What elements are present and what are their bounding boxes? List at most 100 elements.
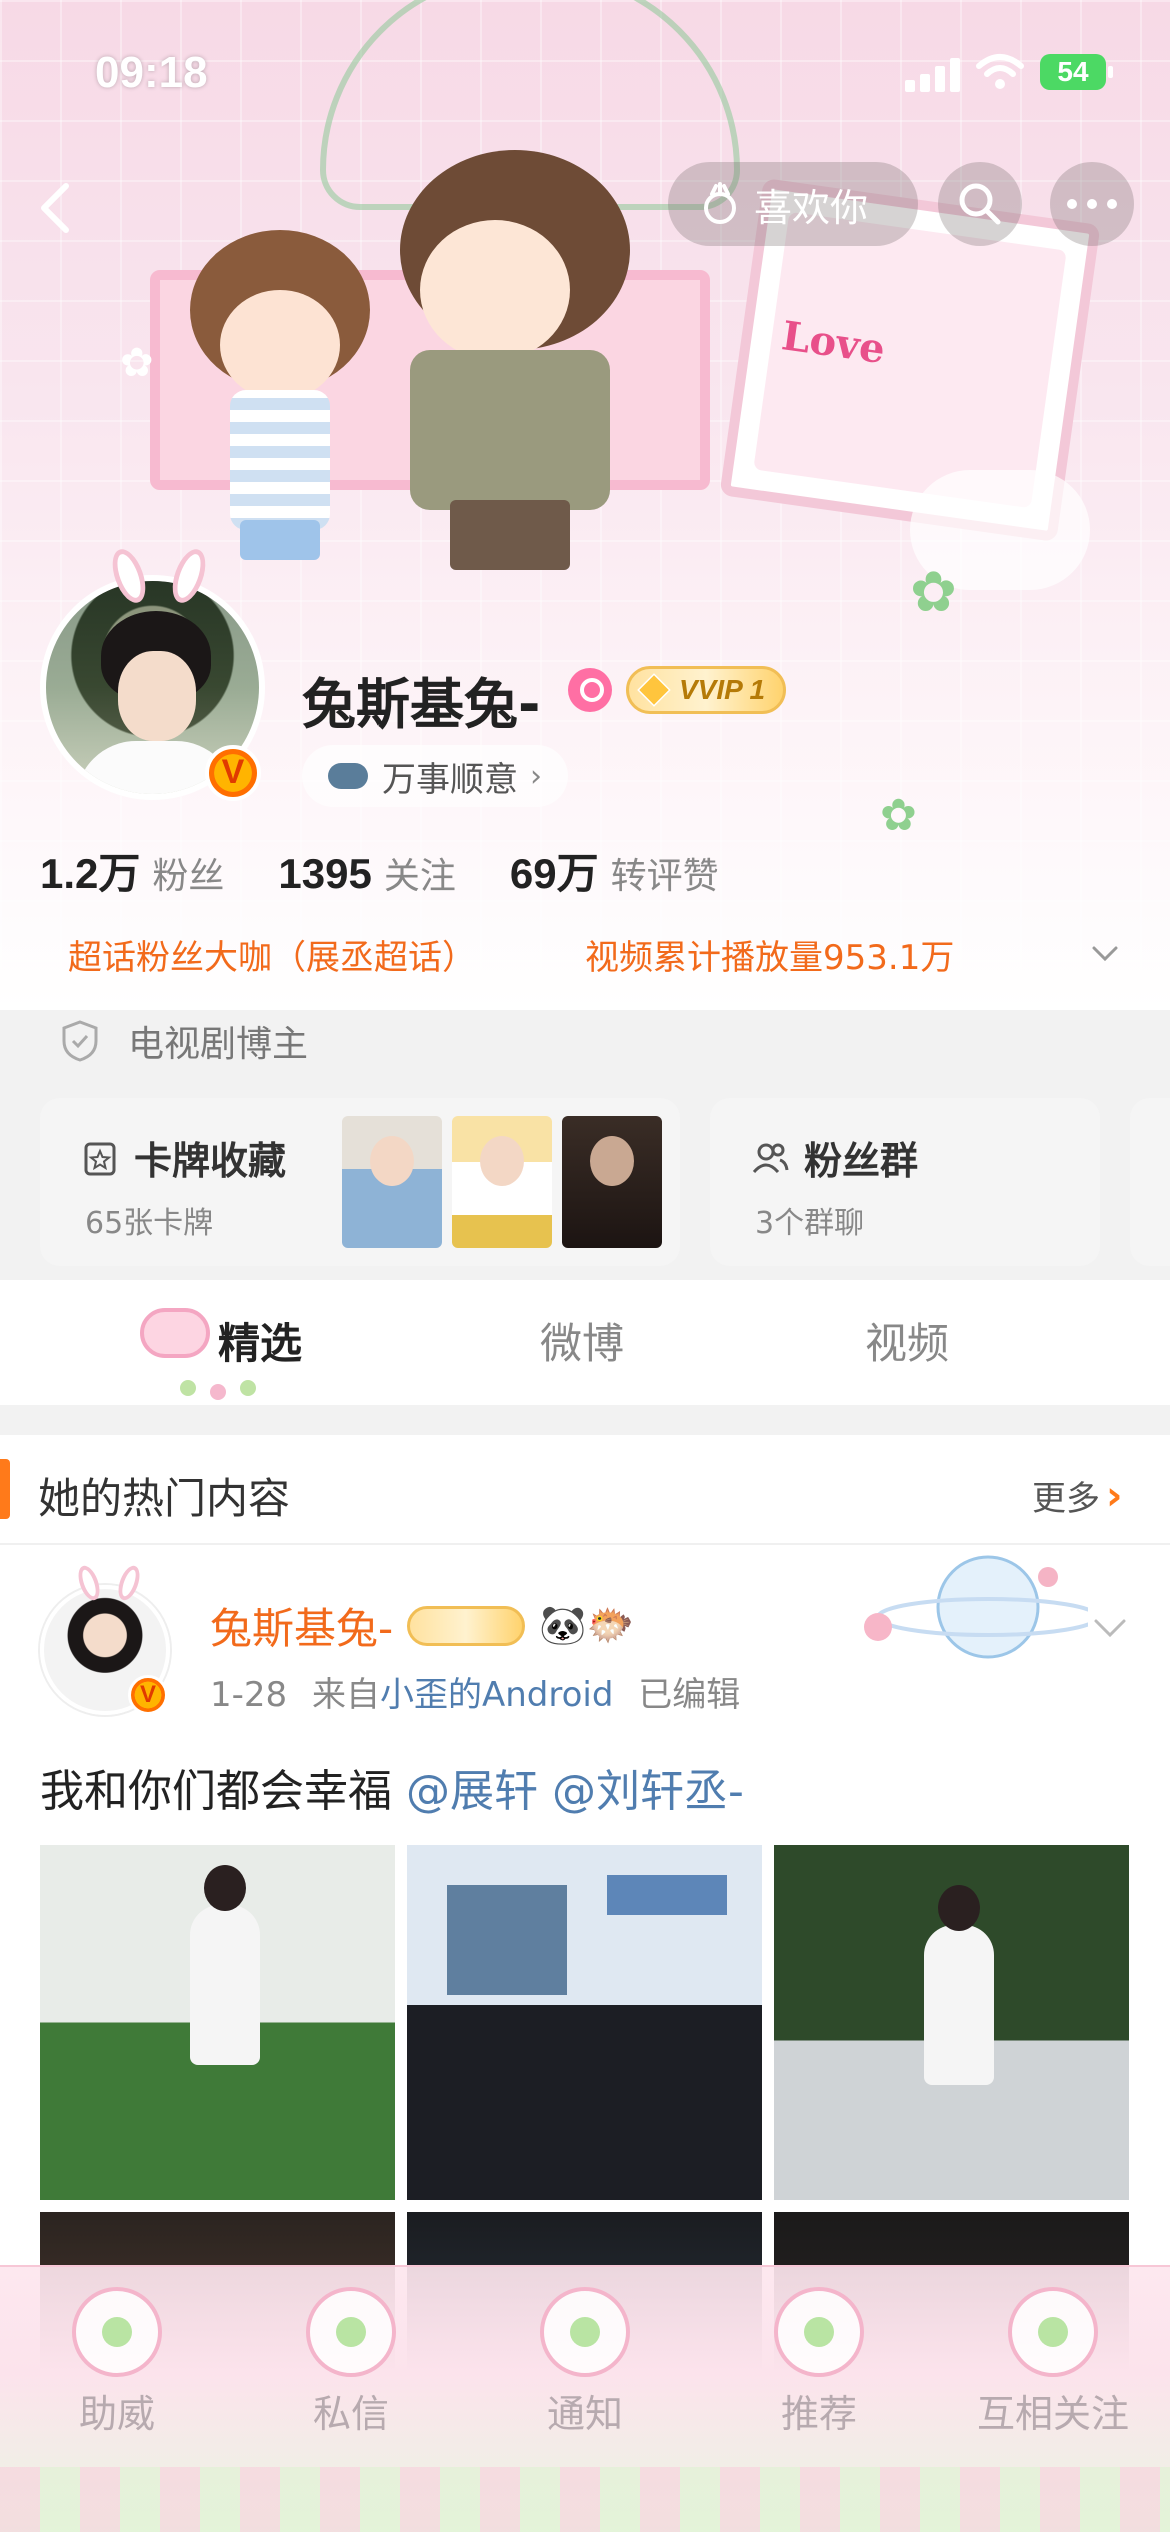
clover-icon: ✿ (910, 560, 957, 625)
cheer-icon (72, 2287, 162, 2377)
mention-link[interactable]: @刘轩丞- (552, 1766, 744, 1817)
more-options-button[interactable] (1050, 162, 1134, 246)
post-edited: 已编辑 (638, 1675, 741, 1715)
fan-group-title: 粉丝群 (804, 1139, 919, 1183)
card-collection-card[interactable]: 卡牌收藏 65张卡牌 (40, 1098, 680, 1266)
content-tabs: 精选 微博 视频 (0, 1280, 1170, 1405)
mutual-follow-icon (1008, 2287, 1098, 2377)
mention-link[interactable]: @展轩 (406, 1766, 538, 1817)
chevron-down-icon[interactable] (1090, 938, 1120, 968)
mutual-follow-button[interactable]: 互相关注 (936, 2267, 1170, 2467)
post-text: 我和你们都会幸福 @展轩 @刘轩丞- (40, 1755, 744, 1819)
status-bar: 09:18 54 (0, 0, 1170, 140)
message-button[interactable]: 私信 (234, 2267, 468, 2467)
chevron-down-icon[interactable] (1092, 1613, 1128, 1643)
search-button[interactable] (938, 162, 1022, 246)
card-collection-title: 卡牌收藏 (134, 1139, 287, 1183)
status-time: 09:18 (95, 48, 208, 97)
post-date: 1-28 (210, 1675, 288, 1715)
profile-name: 兔斯基兔- (302, 673, 541, 736)
search-icon (959, 183, 1001, 225)
back-icon[interactable] (28, 178, 88, 238)
tab-video[interactable]: 视频 (865, 1310, 949, 1371)
vvip-badge[interactable]: VVIP 1 (626, 666, 786, 714)
card-star-icon (84, 1142, 116, 1175)
cheer-button[interactable]: 助威 (0, 2267, 234, 2467)
fan-group-title-row: 粉丝群 (750, 1130, 918, 1185)
diamond-icon (637, 673, 671, 707)
post-meta: 1-28 来自小歪的Android 已编辑 (210, 1667, 740, 1716)
cellular-signal-icon (905, 58, 965, 92)
bottom-bar-decoration (0, 2467, 1170, 2532)
fan-group-count: 3个群聊 (755, 1206, 865, 1241)
recommend-icon (774, 2287, 864, 2377)
recommend-button[interactable]: 推荐 (702, 2267, 936, 2467)
female-gender-icon (568, 668, 612, 712)
notify-button[interactable]: 通知 (468, 2267, 702, 2467)
tab-weibo[interactable]: 微博 (540, 1310, 624, 1371)
following-count: 1395 (278, 850, 372, 897)
following-label: 关注 (383, 856, 456, 897)
bunny-ears-decoration (105, 544, 215, 608)
cloud-icon (328, 763, 368, 789)
notify-icon (540, 2287, 630, 2377)
followers-count: 1.2万 (40, 850, 141, 897)
supertopic-fan-tag[interactable]: 超话粉丝大咖（展丞超话） (68, 930, 476, 979)
bunny-decoration: ✿ (120, 340, 154, 386)
battery-indicator: 54 (1040, 54, 1113, 90)
video-views-tag[interactable]: 视频累计播放量953.1万 (585, 930, 954, 979)
partial-card[interactable] (1130, 1098, 1170, 1266)
post-author-name[interactable]: 兔斯基兔- (210, 1595, 393, 1656)
chevron-right-icon: › (530, 758, 542, 794)
following-stat[interactable]: 1395 关注 (278, 847, 455, 899)
tab-featured[interactable]: 精选 (218, 1310, 302, 1371)
vvip-label: VVIP 1 (679, 674, 766, 705)
like-you-button[interactable]: 喜欢你 (668, 162, 918, 246)
followers-label: 粉丝 (152, 856, 225, 897)
more-label: 更多 (1032, 1479, 1100, 1519)
card-collection-count: 65张卡牌 (85, 1206, 214, 1241)
engagement-stat[interactable]: 69万 转评赞 (510, 840, 719, 901)
message-icon (306, 2287, 396, 2377)
card-thumbnail[interactable] (342, 1116, 442, 1248)
blogger-category: 电视剧博主 (60, 1015, 308, 1067)
verified-badge-icon: V (205, 745, 261, 801)
bunny-ears-decoration (74, 1563, 146, 1605)
banner-character-tall (380, 150, 640, 570)
followers-stat[interactable]: 1.2万 粉丝 (40, 840, 224, 901)
hand-heart-icon (704, 182, 736, 224)
banner-character-small (180, 230, 380, 560)
mood-text: 万事顺意 (382, 759, 518, 800)
recommend-label: 推荐 (780, 2392, 857, 2436)
blogger-label: 电视剧博主 (128, 1024, 309, 1065)
bottom-action-bar: 助威 私信 通知 推荐 互相关注 (0, 2265, 1170, 2532)
section-accent-bar (0, 1459, 10, 1519)
card-thumbnail[interactable] (562, 1116, 662, 1248)
shield-icon (62, 1020, 98, 1062)
post-body: 我和你们都会幸福 (40, 1766, 392, 1817)
post-photo[interactable] (407, 1845, 762, 2200)
section-header: 她的热门内容 更多 › (0, 1435, 1170, 1545)
active-tab-indicator (180, 1380, 270, 1400)
chevron-right-icon: › (1106, 1472, 1123, 1519)
engagement-label: 转评赞 (610, 856, 719, 897)
vvip-badge (407, 1605, 526, 1646)
post-author-emojis: 🐼🐡 (539, 1603, 634, 1647)
mood-status-button[interactable]: 万事顺意 › (302, 745, 568, 807)
section-title: 她的热门内容 (38, 1474, 291, 1523)
more-link[interactable]: 更多 › (1032, 1471, 1122, 1520)
post-source[interactable]: 小歪的Android (380, 1675, 613, 1715)
verified-badge-icon: V (128, 1675, 168, 1715)
like-you-label: 喜欢你 (754, 185, 869, 230)
card-thumbnail[interactable] (452, 1116, 552, 1248)
mutual-follow-label: 互相关注 (976, 2392, 1129, 2436)
cloud-icon (140, 1308, 210, 1358)
post-photo[interactable] (774, 1845, 1129, 2200)
ellipsis-icon (1067, 199, 1117, 209)
post-author-row: 兔斯基兔- 🐼🐡 (210, 1595, 634, 1656)
fan-group-card[interactable]: 粉丝群 3个群聊 (710, 1098, 1100, 1266)
group-users-icon (752, 1143, 789, 1173)
notify-label: 通知 (546, 2392, 623, 2436)
profile-stats: 1.2万 粉丝 1395 关注 69万 转评赞 (40, 840, 773, 901)
post-photo[interactable] (40, 1845, 395, 2200)
